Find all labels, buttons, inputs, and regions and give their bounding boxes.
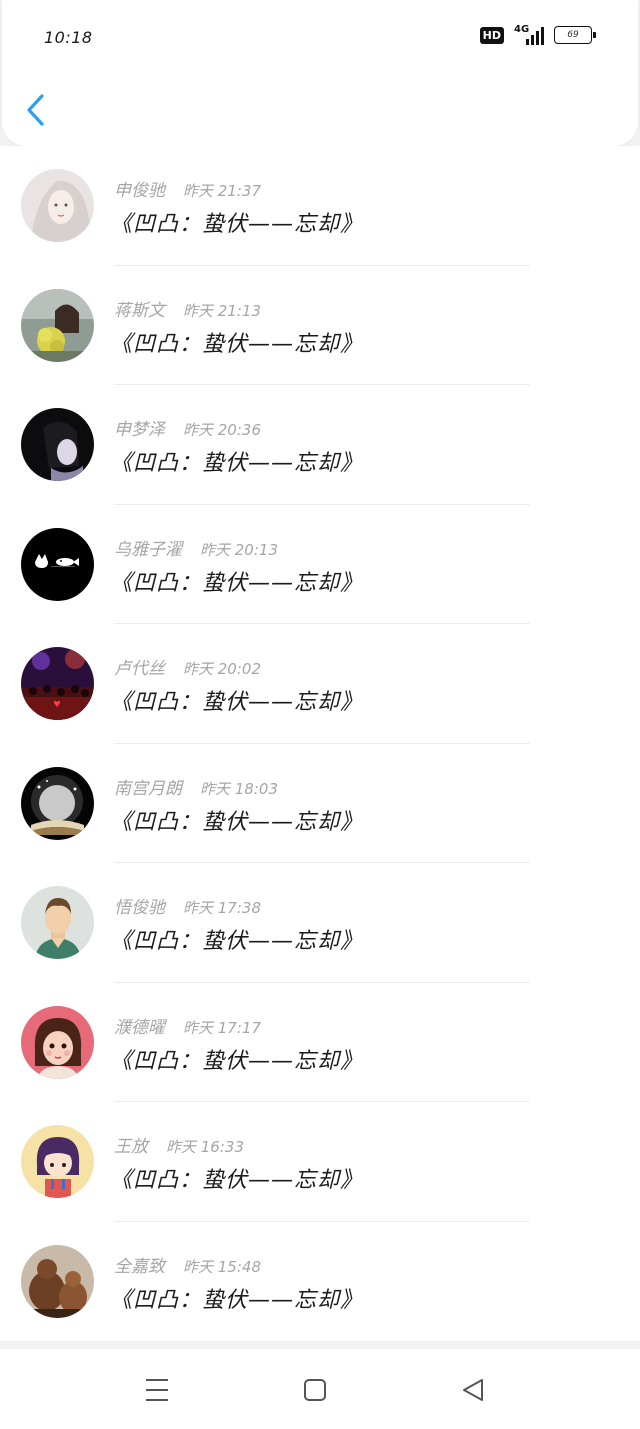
list-item[interactable]: 王放 昨天 16:33 《凹凸：蛰伏——忘却》 [0, 1102, 640, 1222]
hd-icon: HD [479, 26, 504, 44]
comment-author: 悟俊驰 [114, 898, 165, 918]
comment-text: 《凹凸：蛰伏——忘却》 [110, 690, 364, 715]
menu-button[interactable] [140, 1373, 174, 1407]
comment-text: 《凹凸：蛰伏——忘却》 [110, 570, 364, 596]
list-item[interactable]: 乌雅子濯 昨天 20:13 《凹凸：蛰伏——忘却》 [0, 505, 640, 624]
comment-author: 卢代丝 [114, 659, 165, 679]
comment-time: 昨天 21:37 [183, 182, 261, 200]
avatar[interactable] [21, 647, 94, 720]
avatar[interactable] [21, 169, 94, 242]
list-item[interactable]: 申梦泽 昨天 20:36 《凹凸：蛰伏——忘却》 [0, 385, 640, 505]
comment-text: 《凹凸：蛰伏——忘却》 [110, 809, 364, 835]
battery-icon: 69 [554, 26, 596, 44]
avatar[interactable] [21, 408, 94, 481]
comment-text: 《凹凸：蛰伏——忘却》 [110, 929, 364, 954]
list-item[interactable]: 全嘉致 昨天 15:48 《凹凸：蛰伏——忘却》 [0, 1222, 640, 1342]
back-triangle-icon [463, 1379, 483, 1401]
comment-text: 《凹凸：蛰伏——忘却》 [110, 1287, 364, 1313]
comment-text: 《凹凸：蛰伏——忘却》 [110, 1048, 364, 1074]
avatar[interactable] [21, 1125, 94, 1198]
comment-time: 昨天 16:33 [166, 1138, 244, 1156]
system-nav-bar [0, 1349, 640, 1429]
avatar[interactable] [21, 288, 94, 362]
status-icons: HD 4G 69 [479, 24, 596, 46]
comment-time: 昨天 15:48 [183, 1257, 261, 1276]
list-item[interactable]: 卢代丝 昨天 20:02 《凹凸：蛰伏——忘却》 [0, 624, 640, 744]
comment-time: 昨天 17:17 [183, 1018, 261, 1037]
app-header: 10:18 HD 4G 69 [2, 0, 638, 146]
chevron-left-icon [27, 94, 44, 126]
avatar[interactable] [21, 1244, 94, 1318]
comment-list: 申俊驰 昨天 21:37 《凹凸：蛰伏——忘却》 蒋斯文 昨天 21:13 《凹凸：… [0, 146, 640, 1341]
comment-author: 濮德曜 [114, 1017, 165, 1038]
comment-author: 申梦泽 [114, 420, 165, 440]
list-item[interactable]: 南宫月朗 昨天 18:03 《凹凸：蛰伏——忘却》 [0, 744, 640, 863]
comment-author: 南宫月朗 [114, 778, 182, 799]
comment-author: 蒋斯文 [114, 300, 165, 321]
comment-text: 《凹凸：蛰伏——忘却》 [110, 212, 364, 237]
comment-author: 全嘉致 [114, 1256, 165, 1277]
comment-text: 《凹凸：蛰伏——忘却》 [110, 331, 364, 357]
list-item[interactable]: 申俊驰 昨天 21:37 《凹凸：蛰伏——忘却》 [0, 146, 640, 266]
menu-icon [146, 1379, 168, 1401]
back-button[interactable] [24, 92, 52, 128]
avatar[interactable] [21, 1005, 94, 1079]
list-item[interactable]: 濮德曜 昨天 17:17 《凹凸：蛰伏——忘却》 [0, 983, 640, 1102]
comment-time: 昨天 20:02 [183, 660, 261, 678]
avatar[interactable] [21, 527, 94, 601]
comment-text: 《凹凸：蛰伏——忘却》 [110, 451, 364, 476]
comment-time: 昨天 20:13 [200, 540, 278, 559]
home-icon [304, 1379, 326, 1401]
home-button[interactable] [298, 1373, 332, 1407]
avatar[interactable] [21, 886, 94, 959]
comment-time: 昨天 17:38 [183, 899, 261, 917]
comment-time: 昨天 21:13 [183, 301, 261, 320]
comment-time: 昨天 20:36 [183, 421, 261, 439]
avatar[interactable] [21, 766, 94, 840]
nav-back-button[interactable] [456, 1373, 490, 1407]
comment-author: 申俊驰 [114, 181, 165, 201]
comment-text: 《凹凸：蛰伏——忘却》 [110, 1168, 364, 1193]
list-item[interactable]: 悟俊驰 昨天 17:38 《凹凸：蛰伏——忘却》 [0, 863, 640, 983]
comment-author: 乌雅子濯 [114, 539, 182, 560]
signal-icon: 4G [514, 24, 544, 46]
comment-time: 昨天 18:03 [200, 779, 278, 798]
battery-level: 69 [567, 30, 579, 40]
list-item[interactable]: 蒋斯文 昨天 21:13 《凹凸：蛰伏——忘却》 [0, 266, 640, 385]
status-time: 10:18 [44, 28, 93, 47]
comment-author: 王放 [114, 1137, 148, 1157]
